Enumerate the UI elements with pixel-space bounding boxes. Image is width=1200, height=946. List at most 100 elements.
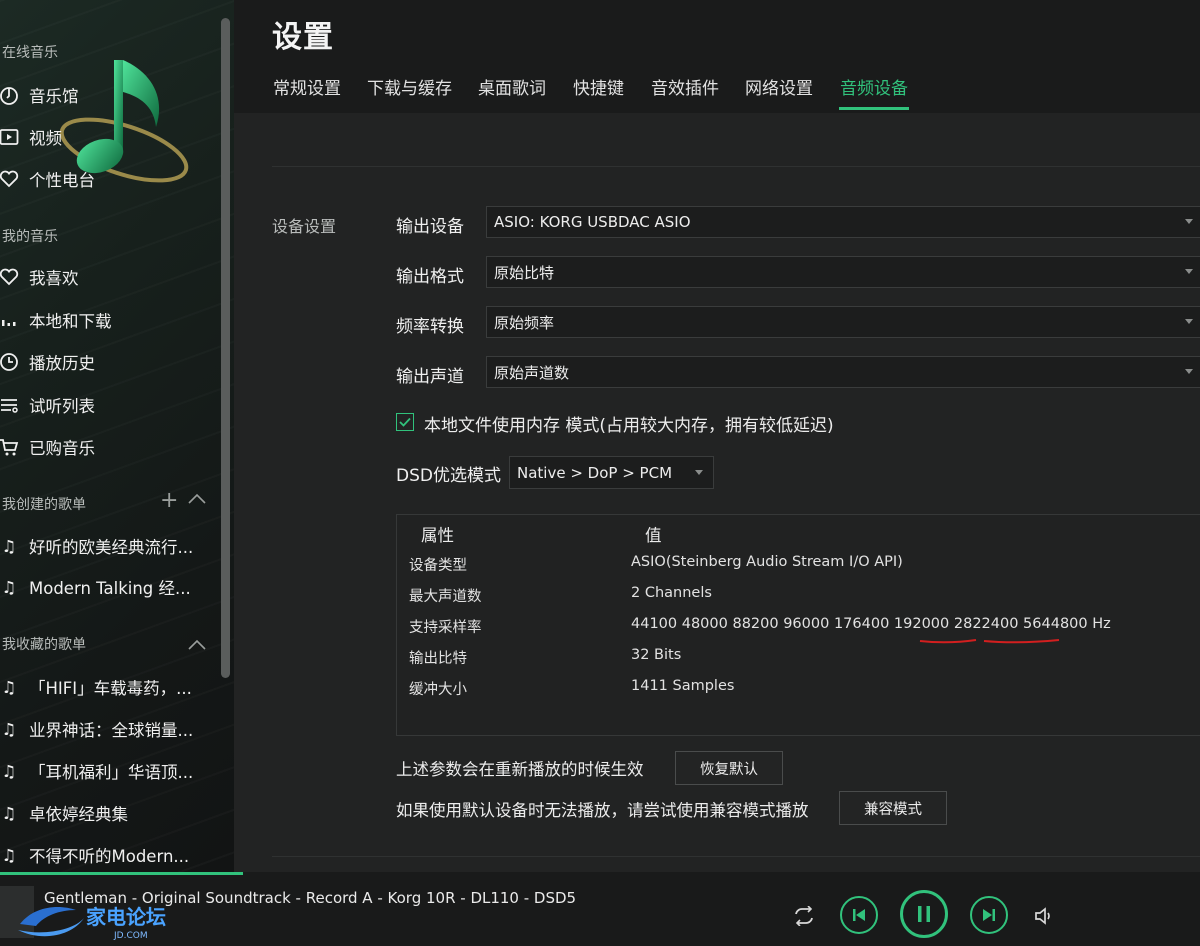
select-value: 原始频率 [494, 313, 555, 332]
radio-icon [0, 168, 20, 190]
heart-icon [0, 266, 20, 288]
next-track-button[interactable] [970, 896, 1008, 934]
select-value: 原始比特 [494, 263, 555, 282]
handwritten-underline-annotation [919, 639, 1060, 644]
tab-general[interactable]: 常规设置 [273, 74, 341, 99]
sidebar-item-label: 已购音乐 [29, 439, 95, 458]
list-icon [0, 394, 20, 416]
memory-mode-checkbox[interactable] [396, 413, 414, 431]
compat-mode-button[interactable]: 兼容模式 [839, 791, 947, 825]
sidebar-item-label: 本地和下载 [29, 312, 112, 331]
download-bars-icon [0, 309, 20, 331]
tab-effect-plugins[interactable]: 音效插件 [651, 74, 719, 99]
music-hall-icon [0, 84, 20, 106]
music-note-icon: ♫ [1, 761, 17, 781]
output-channels-label: 输出声道 [396, 367, 464, 387]
skip-forward-icon [983, 909, 995, 921]
table-row-key: 输出比特 [409, 651, 467, 667]
divider [272, 166, 1200, 167]
dsd-mode-label: DSD优选模式 [396, 466, 501, 486]
music-note-icon: ♫ [1, 577, 17, 597]
playlist-item[interactable]: ♫ 「耳机福利」华语顶... [0, 756, 205, 786]
sidebar-item-history[interactable]: 播放历史 [0, 347, 205, 377]
playlist-item-label: 「HIFI」车载毒药，... [29, 679, 192, 698]
music-note-icon: ♫ [1, 719, 17, 739]
sidebar-item-label: 音乐馆 [29, 87, 79, 106]
tab-desktop-lyrics[interactable]: 桌面歌词 [478, 74, 546, 99]
collapse-icon[interactable] [188, 632, 206, 657]
sidebar-item-label: 个性电台 [29, 171, 95, 190]
volume-icon[interactable] [1032, 904, 1058, 928]
skip-back-icon [853, 909, 865, 921]
table-row-value: 2 Channels [631, 585, 712, 601]
video-icon [0, 126, 20, 148]
playlist-item-label: Modern Talking 经... [29, 579, 191, 598]
playlist-item[interactable]: ♫ 业界神话：全球销量... [0, 714, 205, 744]
sample-rate-conversion-select[interactable]: 原始频率 [486, 306, 1200, 338]
previous-track-button[interactable] [840, 896, 878, 934]
sidebar-item-local-download[interactable]: 本地和下载 [0, 305, 205, 335]
playback-progress[interactable] [0, 872, 243, 875]
tab-network[interactable]: 网络设置 [745, 74, 813, 99]
watermark-text: 家电论坛 [86, 905, 166, 929]
table-header-value: 值 [645, 526, 662, 545]
cart-icon [0, 436, 20, 458]
chevron-down-icon [1185, 269, 1193, 274]
active-tab-indicator [839, 107, 909, 110]
select-value: ASIO: KORG USBDAC ASIO [494, 213, 691, 231]
playlist-item[interactable]: ♫ 好听的欧美经典流行... [0, 531, 205, 561]
table-row-value: 44100 48000 88200 96000 176400 192000 28… [631, 616, 1111, 632]
sidebar-item-video[interactable]: 视频 [0, 122, 205, 152]
output-device-label: 输出设备 [396, 217, 464, 237]
playlist-item-label: 「耳机福利」华语顶... [29, 763, 194, 782]
chevron-down-icon [1185, 319, 1193, 324]
sidebar-scrollbar[interactable] [221, 18, 230, 678]
table-row-value: 32 Bits [631, 647, 682, 663]
repeat-icon[interactable] [790, 904, 818, 928]
watermark-subtext: JD.COM [113, 931, 148, 941]
playlist-item-label: 好听的欧美经典流行... [29, 538, 194, 557]
pause-button[interactable] [900, 890, 948, 938]
sidebar-item-label: 我喜欢 [29, 269, 79, 288]
pause-icon [918, 906, 930, 922]
sidebar-section-created: 我创建的歌单 [2, 497, 86, 513]
chevron-down-icon [1185, 369, 1193, 374]
playlist-item[interactable]: ♫ Modern Talking 经... [0, 572, 205, 602]
playlist-item[interactable]: ♫ 「HIFI」车载毒药，... [0, 672, 205, 702]
select-value: Native > DoP > PCM [517, 463, 673, 482]
restore-default-button[interactable]: 恢复默认 [675, 751, 783, 785]
music-note-icon: ♫ [1, 677, 17, 697]
table-row-key: 最大声道数 [409, 589, 482, 605]
checkmark-icon [399, 417, 411, 427]
output-format-select[interactable]: 原始比特 [486, 256, 1200, 288]
sidebar-item-label: 试听列表 [29, 397, 95, 416]
playlist-item[interactable]: ♫ 不得不听的Modern... [0, 840, 205, 870]
sidebar-item-purchased[interactable]: 已购音乐 [0, 432, 205, 462]
sidebar-section-online: 在线音乐 [2, 45, 58, 61]
tab-download-cache[interactable]: 下载与缓存 [367, 74, 452, 99]
table-row-key: 缓冲大小 [409, 682, 467, 698]
sidebar-item-radio[interactable]: 个性电台 [0, 164, 205, 194]
compat-note: 如果使用默认设备时无法播放，请尝试使用兼容模式播放 [396, 801, 809, 820]
section-label-device: 设备设置 [272, 217, 337, 236]
table-row-value: ASIO(Steinberg Audio Stream I/O API) [631, 554, 903, 570]
table-row-value: 1411 Samples [631, 678, 735, 694]
sidebar-item-label: 播放历史 [29, 354, 95, 373]
forum-watermark-logo: 家电论坛 JD.COM [18, 905, 166, 941]
page-title: 设置 [272, 20, 334, 55]
playlist-item[interactable]: ♫ 卓依婷经典集 [0, 798, 205, 828]
output-channels-select[interactable]: 原始声道数 [486, 356, 1200, 388]
output-device-select[interactable]: ASIO: KORG USBDAC ASIO [486, 206, 1200, 238]
sidebar-item-music-hall[interactable]: 音乐馆 [0, 80, 205, 110]
collapse-icon[interactable] [188, 490, 206, 509]
divider [272, 856, 1200, 857]
sidebar-item-liked[interactable]: 我喜欢 [0, 262, 205, 292]
sidebar-section-collected: 我收藏的歌单 [2, 637, 86, 653]
add-playlist-icon[interactable]: + [160, 488, 178, 513]
tab-hotkeys[interactable]: 快捷键 [573, 74, 624, 99]
sidebar-item-trial-list[interactable]: 试听列表 [0, 390, 205, 420]
tab-audio-device[interactable]: 音频设备 [840, 74, 908, 99]
dsd-mode-select[interactable]: Native > DoP > PCM [509, 456, 714, 489]
music-note-icon: ♫ [1, 803, 17, 823]
playlist-item-label: 卓依婷经典集 [29, 805, 128, 824]
